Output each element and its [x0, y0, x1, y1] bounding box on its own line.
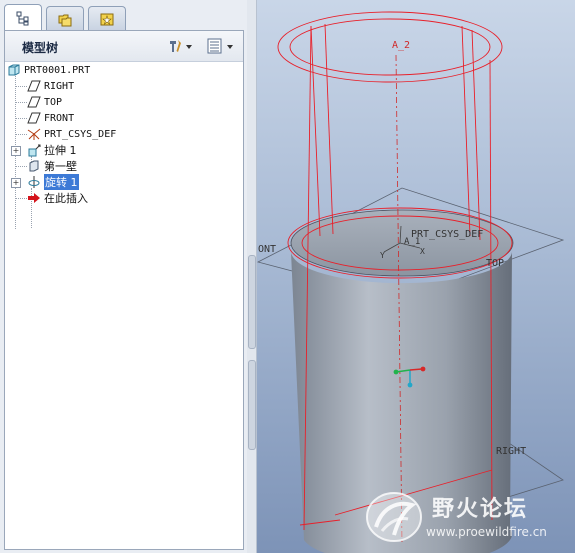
- tree-item-label: FRONT: [44, 112, 75, 124]
- tree-item-right[interactable]: RIGHT: [27, 78, 74, 94]
- tree-columns-icon: [207, 38, 233, 54]
- datum-plane-icon: [27, 79, 41, 93]
- left-pane: 模型树 + + PRT0001.PRT RIGHT TOP FRONT PRT_…: [0, 0, 248, 553]
- tree-item-label: PRT0001.PRT: [24, 64, 91, 76]
- tree-item-label: TOP: [44, 96, 63, 108]
- watermark: 野火论坛 www.proewildfire.cn: [364, 487, 571, 549]
- tree-connector: [15, 198, 27, 199]
- tree-item-top[interactable]: TOP: [27, 94, 62, 110]
- watermark-url: www.proewildfire.cn: [426, 525, 547, 539]
- tree-connector: [15, 102, 27, 103]
- csys-icon: [27, 127, 41, 141]
- folder-browser-icon: [58, 14, 72, 26]
- expand-extrude-toggle[interactable]: +: [11, 146, 21, 156]
- top-plane-label[interactable]: TOP: [486, 258, 504, 269]
- tree-item-front[interactable]: FRONT: [27, 110, 74, 126]
- tab-model-tree[interactable]: [4, 4, 42, 31]
- model-view: A_2 A_1 PRT_CSYS_DEF ONT TOP RIGHT Y X: [257, 11, 565, 553]
- right-plane-label[interactable]: RIGHT: [496, 446, 526, 457]
- model-tree-header: 模型树: [5, 31, 243, 62]
- tree-item-label: 在此插入: [44, 192, 88, 205]
- tree-item-wall[interactable]: 第一壁: [27, 158, 77, 174]
- csys-y-label: Y: [380, 251, 385, 260]
- tree-settings-icon: [170, 40, 192, 52]
- pane-splitter[interactable]: [247, 0, 257, 553]
- splitter-grip[interactable]: [248, 255, 256, 349]
- axis-label-a2[interactable]: A_2: [392, 40, 410, 51]
- splitter-grip[interactable]: [248, 360, 256, 450]
- model-tree-title: 模型树: [22, 41, 59, 55]
- tree-connector: [15, 118, 27, 119]
- extrude-icon: [27, 143, 41, 157]
- watermark-title: 野火论坛: [432, 497, 529, 522]
- tree-columns-button[interactable]: [206, 37, 236, 55]
- model-tree: + + PRT0001.PRT RIGHT TOP FRONT PRT_CSYS…: [5, 62, 243, 547]
- graphics-window[interactable]: A_2 A_1 PRT_CSYS_DEF ONT TOP RIGHT Y X: [257, 0, 575, 553]
- expand-revolve-toggle[interactable]: +: [11, 178, 21, 188]
- datum-plane-icon: [27, 111, 41, 125]
- tab-folder-browser[interactable]: [46, 6, 84, 30]
- tree-item-csys[interactable]: PRT_CSYS_DEF: [27, 126, 116, 142]
- csys-label[interactable]: PRT_CSYS_DEF: [411, 229, 483, 240]
- tree-connector: [15, 86, 27, 87]
- tree-item-label: 拉伸 1: [44, 144, 77, 157]
- datum-plane-icon: [27, 95, 41, 109]
- tree-item-part[interactable]: PRT0001.PRT: [7, 62, 90, 78]
- tree-item-insert-here[interactable]: 在此插入: [27, 190, 88, 206]
- tree-item-label: PRT_CSYS_DEF: [44, 128, 117, 140]
- tree-item-extrude[interactable]: 拉伸 1: [27, 142, 77, 158]
- cylinder-top-face: [290, 209, 514, 277]
- favorites-icon: [100, 13, 114, 25]
- tree-item-revolve[interactable]: 旋转 1: [27, 174, 79, 190]
- wall-icon: [27, 159, 41, 173]
- navigator-tabs: [4, 4, 244, 31]
- tree-connector: [15, 134, 27, 135]
- model-tree-panel: 模型树 + + PRT0001.PRT RIGHT TOP FRONT PRT_…: [4, 30, 244, 550]
- tree-item-label: 第一壁: [44, 160, 77, 173]
- revolve-icon: [27, 175, 41, 189]
- tree-settings-button[interactable]: [168, 37, 194, 55]
- tree-item-label: 旋转 1: [44, 174, 79, 190]
- tree-item-label: RIGHT: [44, 80, 75, 92]
- tab-favorites[interactable]: [88, 6, 126, 30]
- front-plane-label[interactable]: ONT: [258, 244, 276, 255]
- insert-here-icon: [27, 191, 41, 205]
- model-tree-icon: [16, 11, 29, 26]
- tree-connector: [15, 166, 27, 167]
- watermark-logo: [366, 492, 422, 542]
- part-icon: [7, 63, 21, 77]
- csys-x-label: X: [420, 247, 425, 256]
